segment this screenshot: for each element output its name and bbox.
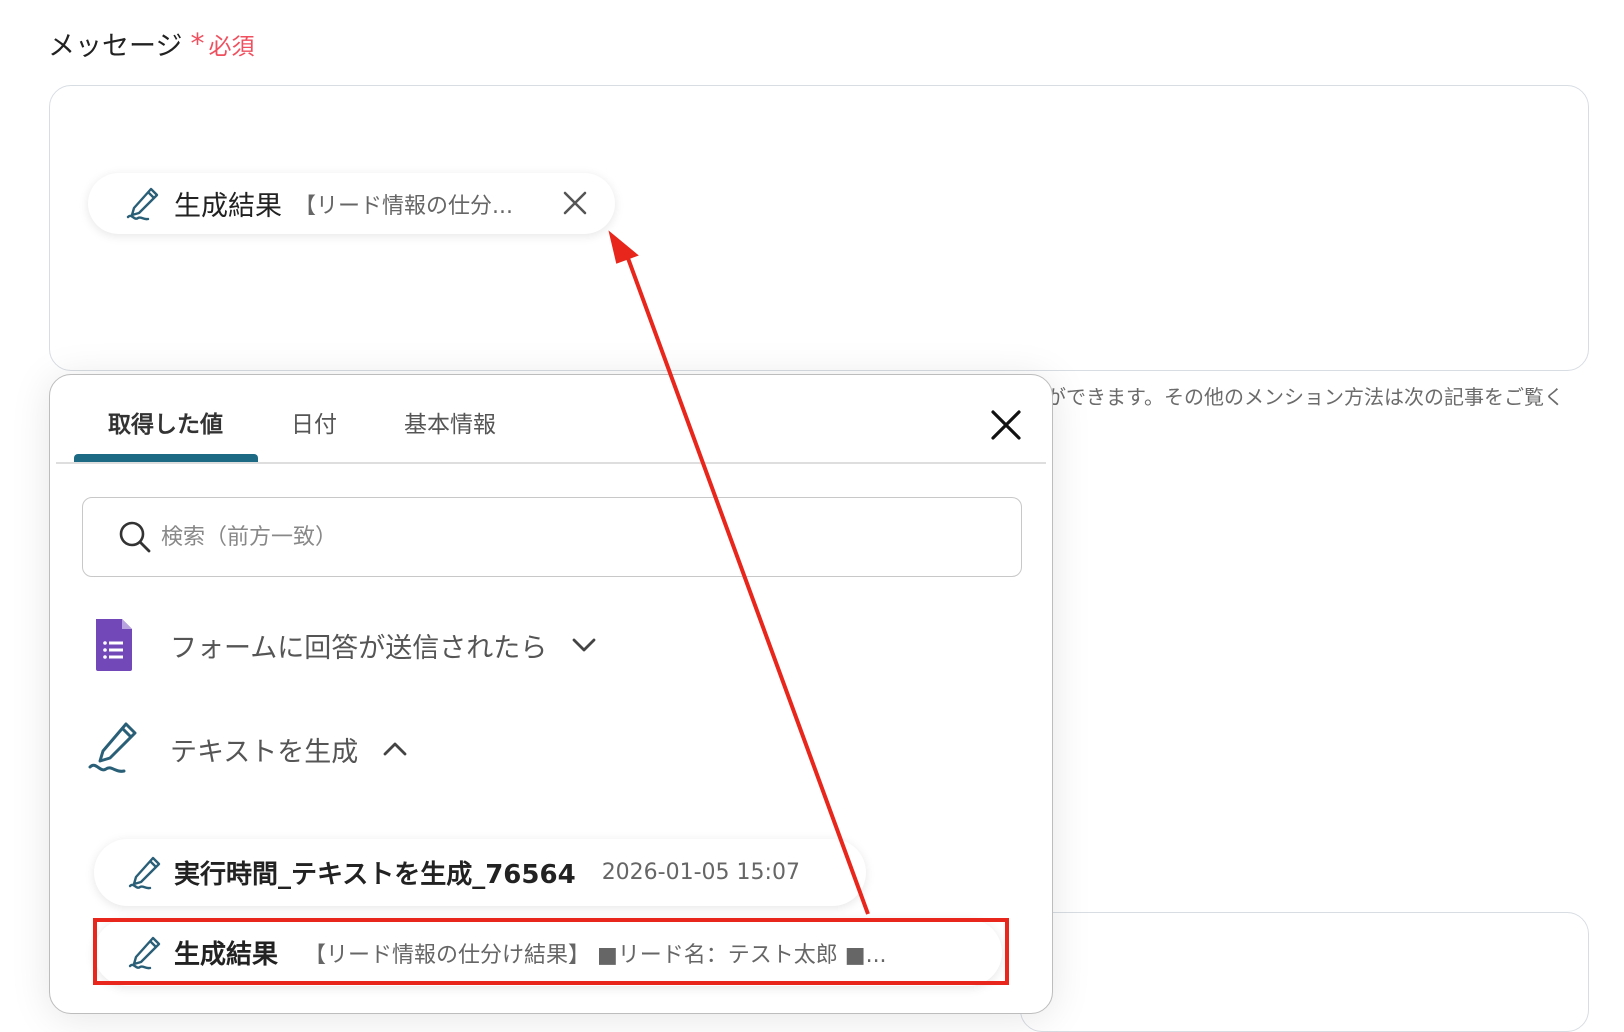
chevron-down-icon[interactable]: [571, 635, 597, 655]
pen-signature-icon: [88, 722, 137, 773]
chevron-up-icon[interactable]: [382, 739, 408, 759]
item-value: 【リード情報の仕分け結果】 ■リード名：テスト太郎 ■...: [304, 942, 887, 968]
tab-date[interactable]: 日付: [291, 405, 337, 439]
value-item-generation-result[interactable]: 生成結果 【リード情報の仕分け結果】 ■リード名：テスト太郎 ■...: [94, 919, 1002, 986]
tab-basic-info[interactable]: 基本情報: [404, 405, 496, 439]
group-form-submitted[interactable]: フォームに回答が送信されたら: [86, 615, 597, 675]
value-item-execution-time[interactable]: 実行時間_テキストを生成_76564 2026-01-05 15:07: [94, 839, 866, 906]
next-field-box[interactable]: [1020, 912, 1589, 1032]
group-title: フォームに回答が送信されたら: [170, 632, 548, 664]
tab-bar: 取得した値 日付 基本情報: [50, 375, 1052, 464]
pen-signature-icon: [128, 856, 161, 889]
field-label-text: メッセージ: [48, 31, 183, 62]
group-text-generation[interactable]: テキストを生成: [86, 719, 408, 779]
close-icon[interactable]: [988, 407, 1024, 443]
tab-divider: [56, 462, 1046, 464]
required-text: 必須: [208, 33, 255, 60]
search-input[interactable]: [159, 523, 963, 551]
required-asterisk: *: [190, 26, 205, 60]
required-badge: * 必須: [190, 27, 254, 61]
tab-retrieved-values[interactable]: 取得した値: [108, 405, 223, 439]
close-icon[interactable]: [561, 189, 589, 217]
active-tab-indicator: [74, 454, 258, 462]
help-hint-text: ができます。その他のメンション方法は次の記事をご覧く: [1046, 385, 1564, 409]
search-field: [82, 497, 1022, 577]
item-name: 生成結果: [174, 940, 279, 970]
group-title: テキストを生成: [170, 736, 359, 768]
field-label: メッセージ * 必須: [48, 24, 254, 63]
chip-name: 生成結果: [174, 191, 282, 222]
pen-signature-icon: [128, 936, 161, 969]
chip-value: 【リード情報の仕分...: [294, 193, 513, 219]
item-value: 2026-01-05 15:07: [601, 860, 800, 885]
search-icon: [119, 521, 151, 553]
item-name: 実行時間_テキストを生成_76564: [174, 860, 576, 890]
pen-signature-icon: [126, 187, 159, 220]
google-forms-icon: [96, 619, 132, 671]
value-picker-panel: 取得した値 日付 基本情報 フォームに回答が送信されたら: [49, 374, 1053, 1014]
inserted-value-chip[interactable]: 生成結果 【リード情報の仕分...: [88, 173, 615, 234]
